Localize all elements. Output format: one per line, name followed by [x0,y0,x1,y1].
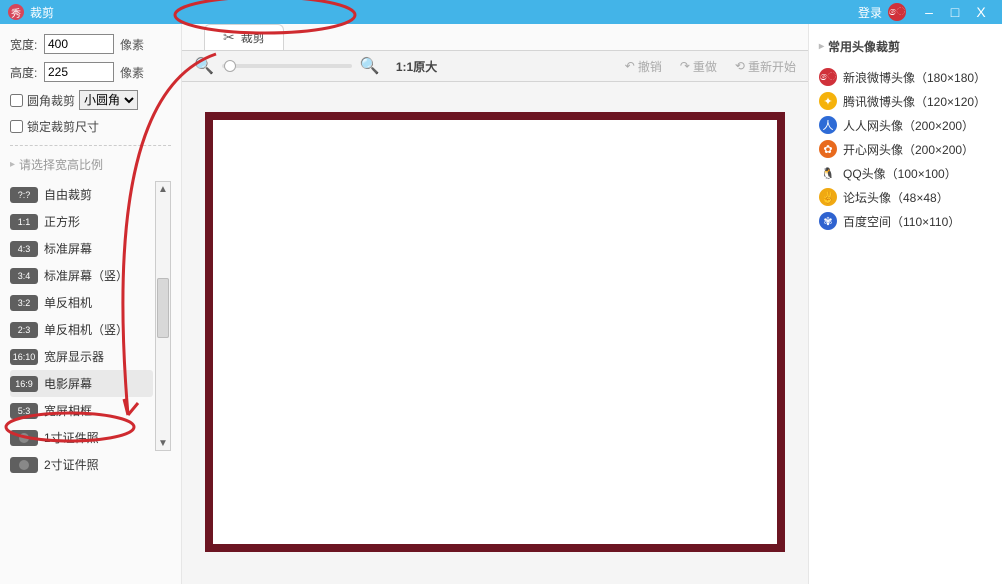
ratio-item-10[interactable]: 2寸证件照 [10,451,153,478]
preset-item-4[interactable]: 🐧 QQ头像（100×100） [819,161,992,185]
preset-label: QQ头像（100×100） [843,165,957,182]
ratio-label: 1寸证件照 [44,429,99,446]
preset-label: 百度空间（110×110） [843,213,960,230]
preset-label: 论坛头像（48×48） [843,189,949,206]
height-label: 高度: [10,64,44,81]
ratio-label: 标准屏幕（竖） [44,267,128,284]
tab-crop[interactable]: ✂ 裁剪 [204,24,284,50]
ratio-badge: 3:4 [10,268,38,284]
undo-button[interactable]: ↶撤销 [625,58,662,75]
camera-icon [10,457,38,473]
redo-icon: ↷ [680,59,690,73]
center-panel: ✂ 裁剪 🔍 🔍 1:1原大 ↶撤销 ↷重做 ⟲重新开始 [182,24,808,584]
redo-button[interactable]: ↷重做 [680,58,717,75]
ratio-item-9[interactable]: 1寸证件照 [10,424,153,451]
ratio-label: 宽屏相框 [44,402,92,419]
undo-icon: ↶ [625,59,635,73]
restart-button[interactable]: ⟲重新开始 [735,58,796,75]
preset-icon: 🐧 [819,164,837,182]
round-corner-select[interactable]: 小圆角 [79,90,138,110]
presets-title: 常用头像裁剪 [819,38,992,55]
zoom-label: 1:1原大 [396,58,437,75]
preset-item-6[interactable]: ✾ 百度空间（110×110） [819,209,992,233]
height-unit: 像素 [120,64,144,81]
ratio-badge: 4:3 [10,241,38,257]
preset-icon: ෙ [819,68,837,86]
ratio-item-6[interactable]: 16:10 宽屏显示器 [10,343,153,370]
width-label: 宽度: [10,36,44,53]
ratio-item-3[interactable]: 3:4 标准屏幕（竖） [10,262,153,289]
preset-icon: ✌ [819,188,837,206]
round-corner-checkbox[interactable] [10,94,23,107]
scroll-down-icon[interactable]: ▼ [156,436,170,452]
zoom-in-icon[interactable]: 🔍 [360,56,380,76]
login-link[interactable]: 登录 [858,4,882,21]
ratio-item-4[interactable]: 3:2 单反相机 [10,289,153,316]
tab-label: 裁剪 [241,29,265,46]
ratio-badge: ?:? [10,187,38,203]
width-input[interactable] [44,34,114,54]
title-bar: 秀 裁剪 登录 ෙ – □ X [0,0,1002,24]
ratio-list: ?:? 自由裁剪 1:1 正方形 4:3 标准屏幕 3:4 标准屏幕（竖） 3:2 单反相机 2:3… [10,181,171,481]
preset-item-2[interactable]: 人人人网头像（200×200） [819,113,992,137]
round-corner-label: 圆角裁剪 [27,92,75,109]
scroll-thumb[interactable] [157,278,169,338]
width-unit: 像素 [120,36,144,53]
ratio-label: 正方形 [44,213,80,230]
camera-icon [10,430,38,446]
height-input[interactable] [44,62,114,82]
minimize-button[interactable]: – [916,4,942,20]
left-panel: 宽度: 像素 高度: 像素 圆角裁剪 小圆角 锁定裁剪尺寸 请选择宽高比例 ?:… [0,24,182,584]
right-panel: 常用头像裁剪 ෙ 新浪微博头像（180×180） ✦ 腾讯微博头像（120×120） 人… [808,24,1002,584]
ratio-badge: 5:3 [10,403,38,419]
preset-icon: ✦ [819,92,837,110]
ratio-item-8[interactable]: 5:3 宽屏相框 [10,397,153,424]
restart-icon: ⟲ [735,59,745,73]
zoom-out-icon[interactable]: 🔍 [194,56,214,76]
ratio-badge: 2:3 [10,322,38,338]
ratio-label: 电影屏幕 [44,375,92,392]
ratio-item-1[interactable]: 1:1 正方形 [10,208,153,235]
preset-label: 腾讯微博头像（120×120） [843,93,986,110]
maximize-button[interactable]: □ [942,4,968,20]
ratio-badge: 1:1 [10,214,38,230]
ratio-item-7[interactable]: 16:9 电影屏幕 [10,370,153,397]
ratio-badge: 16:9 [10,376,38,392]
preset-item-5[interactable]: ✌ 论坛头像（48×48） [819,185,992,209]
ratio-section-title: 请选择宽高比例 [10,156,171,173]
ratio-scrollbar[interactable]: ▲ ▼ [155,181,171,451]
ratio-label: 自由裁剪 [44,186,92,203]
preset-item-0[interactable]: ෙ 新浪微博头像（180×180） [819,65,992,89]
crop-canvas[interactable] [205,112,785,552]
window-title: 裁剪 [30,4,54,21]
ratio-badge: 3:2 [10,295,38,311]
ratio-label: 宽屏显示器 [44,348,104,365]
preset-item-3[interactable]: ✿ 开心网头像（200×200） [819,137,992,161]
preset-label: 人人网头像（200×200） [843,117,974,134]
scroll-up-icon[interactable]: ▲ [156,182,170,198]
lock-size-checkbox[interactable] [10,120,23,133]
zoom-thumb[interactable] [224,60,236,72]
preset-icon: 人 [819,116,837,134]
preset-icon: ✿ [819,140,837,158]
weibo-icon[interactable]: ෙ [888,3,906,21]
scissors-icon: ✂ [223,29,235,46]
preset-icon: ✾ [819,212,837,230]
ratio-label: 标准屏幕 [44,240,92,257]
ratio-badge: 16:10 [10,349,38,365]
ratio-item-2[interactable]: 4:3 标准屏幕 [10,235,153,262]
ratio-label: 2寸证件照 [44,456,99,473]
preset-label: 开心网头像（200×200） [843,141,974,158]
zoom-slider[interactable] [222,64,352,68]
close-button[interactable]: X [968,4,994,20]
app-icon: 秀 [8,4,24,20]
ratio-label: 单反相机（竖） [44,321,128,338]
preset-item-1[interactable]: ✦ 腾讯微博头像（120×120） [819,89,992,113]
zoom-toolbar: 🔍 🔍 1:1原大 ↶撤销 ↷重做 ⟲重新开始 [182,50,808,82]
preset-label: 新浪微博头像（180×180） [843,69,986,86]
ratio-item-5[interactable]: 2:3 单反相机（竖） [10,316,153,343]
ratio-label: 单反相机 [44,294,92,311]
ratio-item-0[interactable]: ?:? 自由裁剪 [10,181,153,208]
lock-size-label: 锁定裁剪尺寸 [27,118,99,135]
